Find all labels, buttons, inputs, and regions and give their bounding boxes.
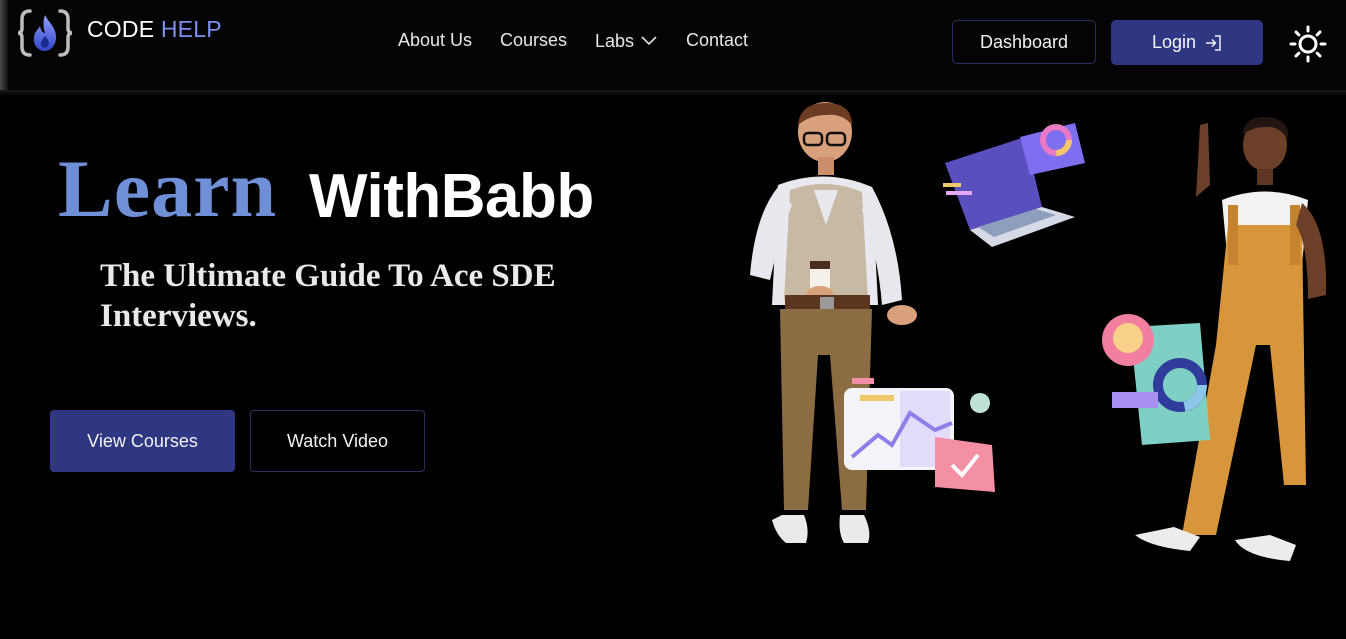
man-character-illustration [750,102,917,543]
flame-braces-logo-icon [17,9,73,57]
nav-courses[interactable]: Courses [500,30,567,51]
nav-labs-label: Labs [595,31,635,51]
watch-video-label: Watch Video [286,430,389,451]
brand-logo[interactable]: CODE HELP [16,8,222,58]
nav-about-us[interactable]: About Us [398,30,472,51]
login-arrow-icon [1206,34,1221,51]
hero-subtitle: The Ultimate Guide To Ace SDE Interviews… [100,258,556,334]
hero-illustration [750,102,1327,561]
hero-title-accent: Learn [58,143,278,234]
phone-illustration [1102,314,1210,445]
sun-icon[interactable] [1289,25,1327,63]
nav-contact[interactable]: Contact [686,30,748,51]
chevron-down-icon [641,35,657,45]
watch-video-button[interactable]: Watch Video [250,410,425,472]
login-button-label: Login [1151,32,1197,52]
dashboard-button-label: Dashboard [979,31,1069,52]
dashboard-button[interactable]: Dashboard [952,20,1096,64]
chart-card-illustration [1020,123,1085,175]
logo-help-text: HELP [160,15,222,42]
view-courses-label: View Courses [87,430,198,451]
logo-wordmark: CODE HELP [87,16,222,43]
hero-title-main: WithBabb [309,162,594,231]
logo-code-text: CODE [87,15,155,42]
top-navbar: CODE HELP About Us Courses Labs Contact … [0,0,1346,96]
view-courses-button[interactable]: View Courses [50,410,235,472]
nav-labs-dropdown[interactable]: Labs [595,31,657,52]
login-button[interactable]: Login [1111,20,1263,65]
